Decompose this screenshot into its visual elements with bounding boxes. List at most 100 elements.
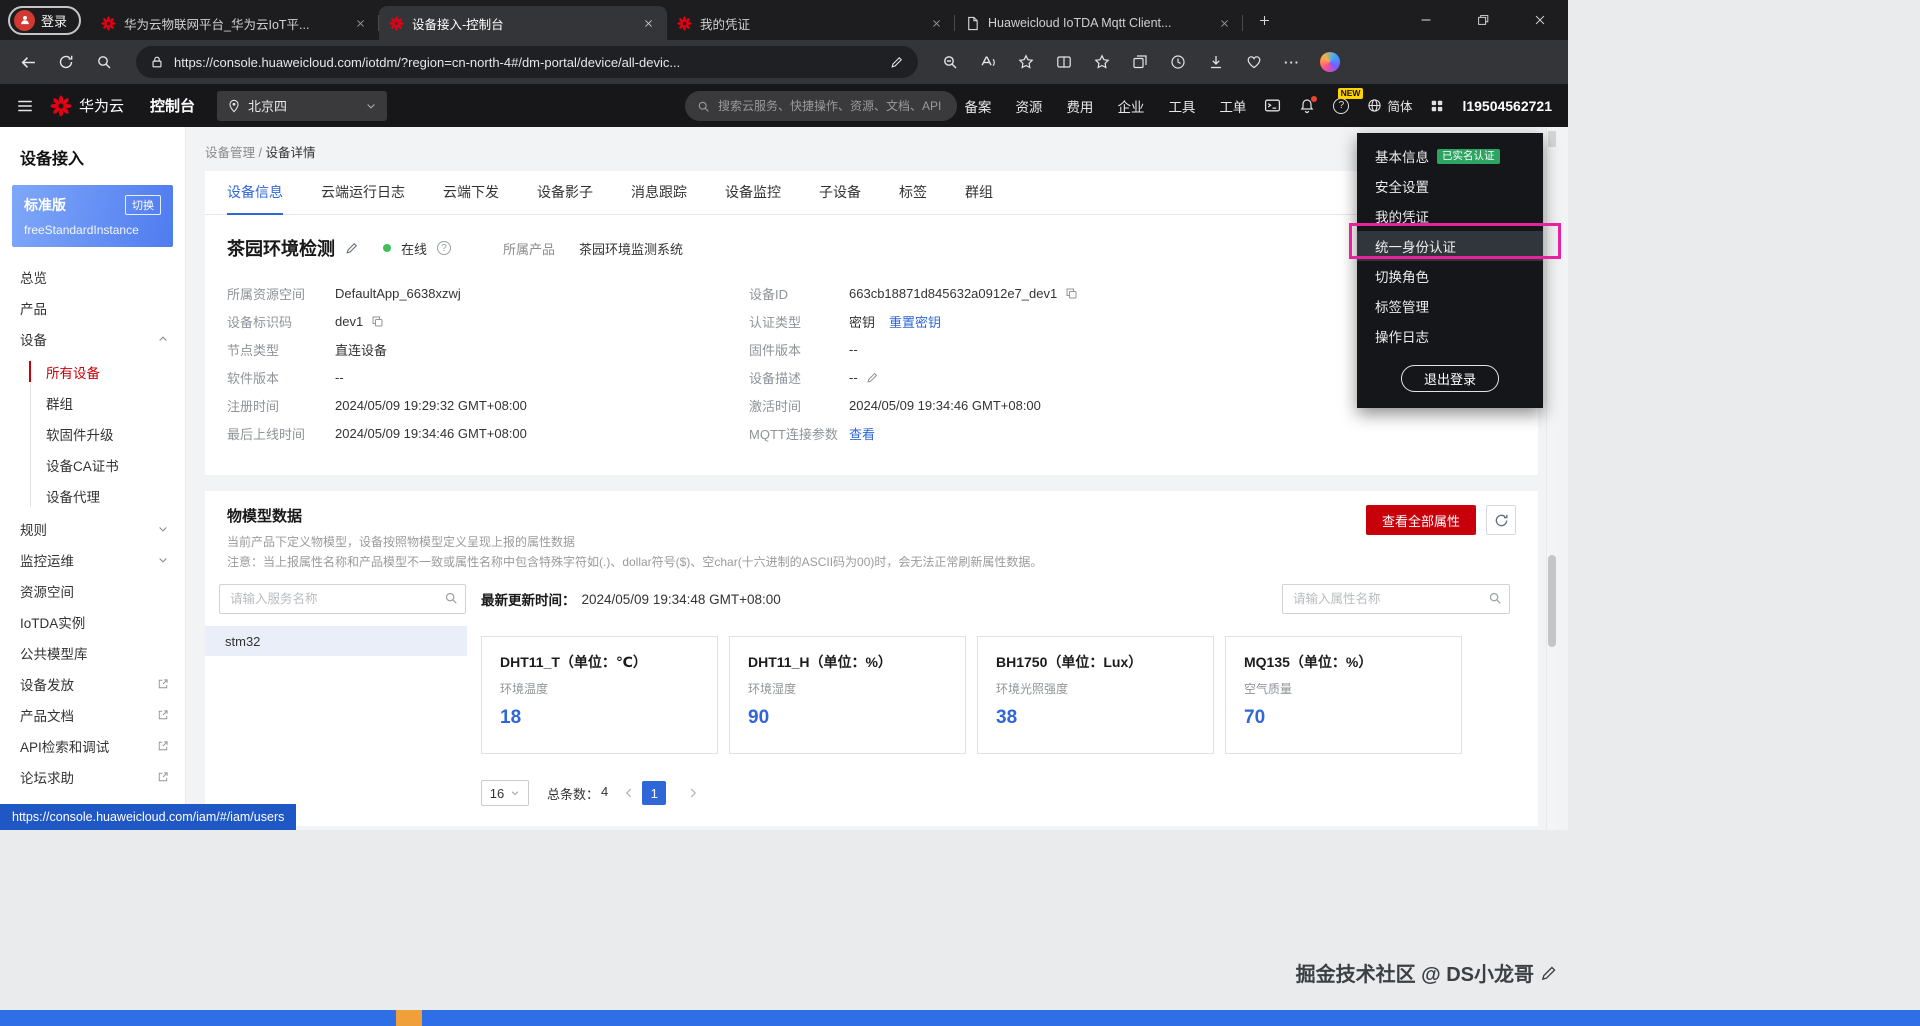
tab-cloud-run-logs[interactable]: 云端运行日志 bbox=[321, 171, 405, 215]
search-icon[interactable] bbox=[1488, 591, 1502, 605]
cli-console-icon[interactable] bbox=[1264, 97, 1281, 114]
menu-item-my-credentials[interactable]: 我的凭证 bbox=[1357, 201, 1543, 231]
sidebar-item-om[interactable]: 监控运维 bbox=[0, 544, 185, 575]
tab-device-info[interactable]: 设备信息 bbox=[227, 171, 283, 215]
nav-link-billing[interactable]: 费用 bbox=[1066, 96, 1093, 116]
nav-link-resources[interactable]: 资源 bbox=[1015, 96, 1042, 116]
menu-item-security-settings[interactable]: 安全设置 bbox=[1357, 171, 1543, 201]
sidebar-item-api-explorer[interactable]: API检索和调试 bbox=[0, 730, 185, 761]
sidebar-item-firmware-upgrade[interactable]: 软固件升级 bbox=[0, 418, 185, 449]
console-search[interactable] bbox=[685, 91, 957, 121]
sidebar-item-all-devices[interactable]: 所有设备 bbox=[0, 356, 185, 387]
search-icon[interactable] bbox=[444, 591, 458, 605]
window-restore-button[interactable] bbox=[1454, 0, 1511, 40]
menu-item-basic-info[interactable]: 基本信息 已实名认证 bbox=[1357, 141, 1543, 171]
product-name[interactable]: 茶园环境监测系统 bbox=[579, 239, 683, 258]
read-aloud-icon[interactable] bbox=[970, 45, 1006, 79]
more-menu-icon[interactable] bbox=[1274, 45, 1310, 79]
tab-message-trace[interactable]: 消息跟踪 bbox=[631, 171, 687, 215]
zoom-out-icon[interactable] bbox=[932, 45, 968, 79]
service-item-stm32[interactable]: stm32 bbox=[205, 626, 467, 656]
sidebar-item-resource-spaces[interactable]: 资源空间 bbox=[0, 575, 185, 606]
scrollbar-thumb[interactable] bbox=[1548, 555, 1556, 647]
console-search-input[interactable] bbox=[718, 99, 945, 113]
sidebar-item-devices[interactable]: 设备 bbox=[0, 323, 185, 354]
address-bar[interactable]: https://console.huaweicloud.com/iotdm/?r… bbox=[136, 46, 918, 78]
refresh-button[interactable] bbox=[48, 45, 84, 79]
collections-icon[interactable] bbox=[1122, 45, 1158, 79]
tab-device-shadow[interactable]: 设备影子 bbox=[537, 171, 593, 215]
new-tab-button[interactable] bbox=[1249, 5, 1279, 35]
browser-essentials-icon[interactable] bbox=[1236, 45, 1272, 79]
downloads-icon[interactable] bbox=[1198, 45, 1234, 79]
browser-tab-iot-platform[interactable]: 华为云物联网平台_华为云IoT平... bbox=[91, 6, 379, 40]
nav-link-tickets[interactable]: 工单 bbox=[1219, 96, 1246, 116]
sidebar-item-device-proxy[interactable]: 设备代理 bbox=[0, 480, 185, 511]
scrollbar-top-button[interactable] bbox=[1548, 131, 1556, 147]
tab-tags[interactable]: 标签 bbox=[899, 171, 927, 215]
sidebar-item-model-library[interactable]: 公共模型库 bbox=[0, 637, 185, 668]
prev-page-button[interactable] bbox=[622, 786, 636, 800]
split-screen-icon[interactable] bbox=[1046, 45, 1082, 79]
instance-switch-button[interactable]: 切换 bbox=[125, 195, 161, 215]
copilot-icon[interactable] bbox=[1312, 45, 1348, 79]
view-mqtt-params-link[interactable]: 查看 bbox=[849, 424, 875, 443]
logout-button[interactable]: 退出登录 bbox=[1401, 365, 1499, 392]
edit-device-name-icon[interactable] bbox=[345, 241, 359, 255]
tab-close-icon[interactable] bbox=[927, 14, 945, 32]
hamburger-menu-icon[interactable] bbox=[16, 97, 34, 115]
tab-cloud-delivery[interactable]: 云端下发 bbox=[443, 171, 499, 215]
nav-link-tools[interactable]: 工具 bbox=[1168, 96, 1195, 116]
tab-child-devices[interactable]: 子设备 bbox=[819, 171, 861, 215]
account-id[interactable]: l19504562721 bbox=[1462, 98, 1552, 114]
console-link[interactable]: 控制台 bbox=[150, 95, 195, 116]
sidebar-item-product-docs[interactable]: 产品文档 bbox=[0, 699, 185, 730]
history-icon[interactable] bbox=[1160, 45, 1196, 79]
property-card-bh1750[interactable]: BH1750（单位：Lux） 环境光照强度 38 bbox=[977, 636, 1214, 754]
menu-item-tag-management[interactable]: 标签管理 bbox=[1357, 291, 1543, 321]
menu-item-switch-role[interactable]: 切换角色 bbox=[1357, 261, 1543, 291]
apps-grid-icon[interactable] bbox=[1430, 99, 1444, 113]
sidebar-item-device-ca[interactable]: 设备CA证书 bbox=[0, 449, 185, 480]
property-search-input[interactable] bbox=[1282, 584, 1510, 614]
tab-close-icon[interactable] bbox=[639, 14, 657, 32]
tab-groups[interactable]: 群组 bbox=[965, 171, 993, 215]
page-size-select[interactable]: 16 bbox=[481, 780, 529, 806]
copy-icon[interactable] bbox=[371, 315, 384, 328]
edit-description-icon[interactable] bbox=[866, 371, 879, 384]
sidebar-item-groups[interactable]: 群组 bbox=[0, 387, 185, 418]
property-card-mq135[interactable]: MQ135（单位：%） 空气质量 70 bbox=[1225, 636, 1462, 754]
nav-link-beian[interactable]: 备案 bbox=[964, 96, 991, 116]
notifications-bell-icon[interactable] bbox=[1299, 98, 1315, 114]
language-selector[interactable]: 简体 bbox=[1367, 96, 1412, 115]
sidebar-item-overview[interactable]: 总览 bbox=[0, 261, 185, 292]
copy-icon[interactable] bbox=[1065, 287, 1078, 300]
tab-close-icon[interactable] bbox=[1215, 14, 1233, 32]
region-selector[interactable]: 北京四 bbox=[217, 91, 387, 121]
sidebar-item-iotda-instances[interactable]: IoTDA实例 bbox=[0, 606, 185, 637]
property-card-dht11-h[interactable]: DHT11_H（单位：%） 环境湿度 90 bbox=[729, 636, 966, 754]
reset-secret-link[interactable]: 重置密钥 bbox=[889, 312, 941, 331]
menu-item-operation-log[interactable]: 操作日志 bbox=[1357, 321, 1543, 351]
tab-device-monitoring[interactable]: 设备监控 bbox=[725, 171, 781, 215]
browser-tab-mqtt-client[interactable]: Huaweicloud IoTDA Mqtt Client... bbox=[955, 6, 1243, 40]
huawei-cloud-logo[interactable]: 华为云 bbox=[50, 95, 124, 117]
instance-card[interactable]: 标准版 切换 freeStandardInstance bbox=[12, 185, 173, 247]
window-minimize-button[interactable] bbox=[1397, 0, 1454, 40]
window-close-button[interactable] bbox=[1511, 0, 1568, 40]
status-help-icon[interactable] bbox=[437, 241, 451, 255]
next-page-button[interactable] bbox=[686, 786, 700, 800]
browser-tab-credentials[interactable]: 我的凭证 bbox=[667, 6, 955, 40]
property-card-dht11-t[interactable]: DHT11_T（单位：℃） 环境温度 18 bbox=[481, 636, 718, 754]
help-icon[interactable]: NEW bbox=[1333, 98, 1349, 114]
page-number-1[interactable]: 1 bbox=[642, 781, 666, 805]
sidebar-item-rules[interactable]: 规则 bbox=[0, 513, 185, 544]
nav-link-enterprise[interactable]: 企业 bbox=[1117, 96, 1144, 116]
toolbar-search-button[interactable] bbox=[86, 45, 122, 79]
favorite-star-icon[interactable] bbox=[1008, 45, 1044, 79]
tab-close-icon[interactable] bbox=[351, 14, 369, 32]
address-pen-icon[interactable] bbox=[890, 55, 904, 69]
sidebar-item-forum[interactable]: 论坛求助 bbox=[0, 761, 185, 792]
service-search-input[interactable] bbox=[219, 584, 466, 614]
favorites-bar-icon[interactable] bbox=[1084, 45, 1120, 79]
